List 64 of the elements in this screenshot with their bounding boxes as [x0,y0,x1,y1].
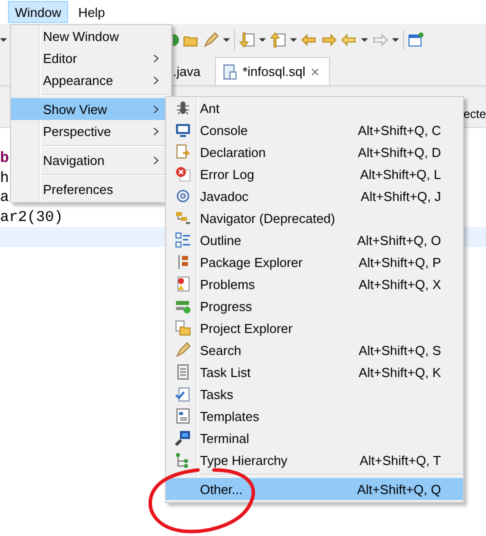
down-arrow-icon [239,32,255,48]
caret-icon [392,38,399,42]
shortcut-text: Alt+Shift+Q, J [360,188,441,204]
outline-icon [175,232,191,248]
menu-item[interactable]: Search Alt+Shift+Q, S [166,339,463,361]
menu-item[interactable]: Task List Alt+Shift+Q, K [166,361,463,383]
shortcut-text: Alt+Shift+Q, C [358,122,441,138]
code-text: b [0,150,10,167]
caret-icon [361,38,368,42]
document-arrow-icon [175,144,191,160]
menu-item[interactable]: Templates [166,405,463,427]
shortcut-text: Alt+Shift+Q, X [358,276,441,292]
progress-icon [175,298,191,314]
menu-item[interactable]: Tasks [166,383,463,405]
menu-item[interactable]: Outline Alt+Shift+Q, O [166,229,463,251]
shortcut-text: Alt+Shift+Q, Q [357,482,441,496]
menu-item[interactable]: Other... Alt+Shift+Q, Q [166,478,463,500]
shortcut-text: Alt+Shift+Q, L [360,166,441,182]
code-text: h [0,170,10,186]
forward-arrow-icon [321,32,337,48]
back-arrow-icon [341,32,357,48]
shortcut-text: Alt+Shift+Q, S [358,342,441,358]
checklist-icon [175,386,191,402]
menu-bar-item[interactable]: Window [8,1,68,23]
folder-icon [175,320,191,336]
caret-icon [259,38,266,42]
error-icon [175,166,191,182]
folder-tree-icon [175,210,191,226]
menu-item[interactable]: Type Hierarchy Alt+Shift+Q, T [166,449,463,471]
shortcut-text: Alt+Shift+Q, K [358,364,441,380]
forward-arrow-icon [372,32,388,48]
menu-bar-item[interactable]: Help [71,1,112,23]
pen-icon [203,32,219,48]
window-pin-icon [408,32,424,48]
caret-icon [290,38,297,42]
menu-item[interactable]: Project Explorer [166,317,463,339]
caret-icon [223,38,230,42]
shortcut-text: Alt+Shift+Q, D [358,144,441,160]
shortcut-text: Alt+Shift+Q, T [360,452,441,468]
up-arrow-icon [270,32,286,48]
caret-icon [0,38,7,42]
menu-item[interactable]: Terminal [166,427,463,449]
monitor-icon [175,122,191,138]
shortcut-text: Alt+Shift+Q, P [358,254,441,270]
editor-tab[interactable]: *infosql.sql [215,57,330,85]
status-text: ecte [463,107,486,121]
menu-item[interactable]: Progress [166,295,463,317]
document-icon [222,64,238,80]
code-text: a [0,189,10,206]
template-icon [175,408,191,424]
menu-item[interactable]: Navigator (Deprecated) [166,207,463,229]
bug-icon [175,100,191,116]
hierarchy-icon [175,452,191,468]
shortcut-text: Alt+Shift+Q, O [357,232,441,248]
terminal-icon [175,430,191,446]
list-icon [175,364,191,380]
menu-item[interactable]: Problems Alt+Shift+Q, X [166,273,463,295]
menu-item[interactable]: Console Alt+Shift+Q, C [166,119,463,141]
menu-item[interactable]: Package Explorer Alt+Shift+Q, P [166,251,463,273]
pen-icon [175,342,191,358]
back-arrow-icon [301,32,317,48]
close-icon [309,66,322,78]
problems-icon [175,276,191,292]
code-text: ar2(30) [0,208,64,226]
